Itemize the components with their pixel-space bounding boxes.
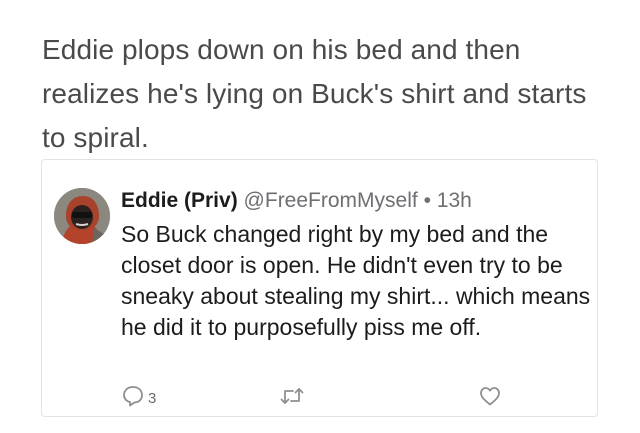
timestamp[interactable]: 13h xyxy=(437,189,472,212)
display-name[interactable]: Eddie (Priv) xyxy=(121,189,238,212)
post-text: Eddie plops down on his bed and then rea… xyxy=(42,34,587,153)
avatar[interactable] xyxy=(54,188,110,244)
quoted-tweet-card[interactable]: Eddie (Priv) @FreeFromMyself • 13h So Bu… xyxy=(41,159,598,417)
tweet-body: So Buck changed right by my bed and the … xyxy=(121,221,591,340)
reply-icon xyxy=(121,384,145,413)
separator-dot: • xyxy=(423,189,431,212)
tweet-actions: 3 xyxy=(121,384,581,412)
user-handle[interactable]: @FreeFromMyself xyxy=(244,189,418,212)
heart-icon xyxy=(478,384,502,413)
retweet-icon xyxy=(279,384,305,413)
like-button[interactable] xyxy=(478,384,502,413)
tweet-header: Eddie (Priv) @FreeFromMyself • 13h xyxy=(121,186,472,216)
reply-count: 3 xyxy=(148,390,157,407)
retweet-button[interactable] xyxy=(279,384,305,413)
reply-button[interactable]: 3 xyxy=(121,384,156,413)
